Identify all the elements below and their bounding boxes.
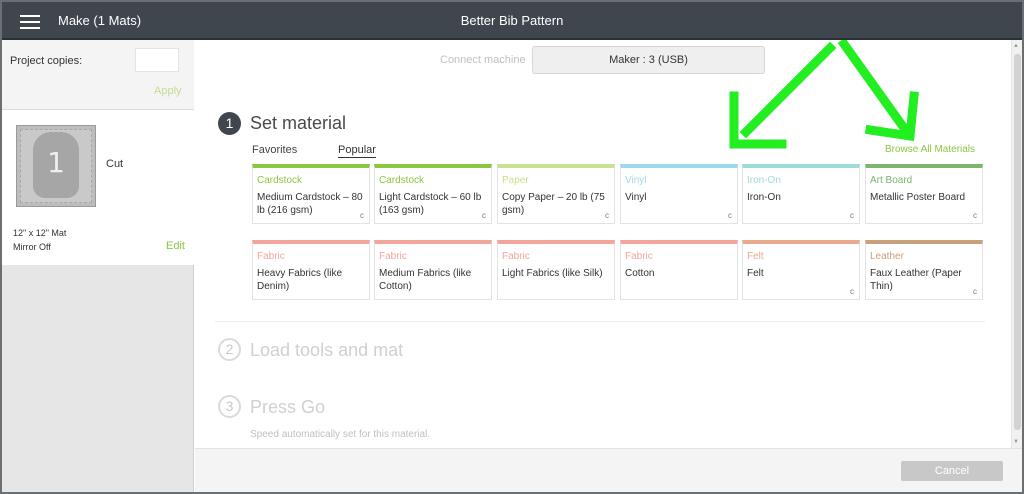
annotation-arrows: [729, 40, 919, 149]
material-card[interactable]: Felt Felt c: [742, 240, 860, 300]
c-icon: c: [482, 211, 486, 220]
edit-mat-button[interactable]: Edit: [166, 240, 185, 252]
mirror-status: Mirror Off: [13, 242, 51, 252]
material-card[interactable]: Art Board Metallic Poster Board c: [865, 164, 983, 224]
c-icon: c: [360, 211, 364, 220]
project-copies-input[interactable]: [135, 48, 179, 72]
material-name: Heavy Fabrics (like Denim): [257, 268, 343, 292]
mat-number: 1: [47, 146, 65, 179]
material-category: Fabric: [625, 251, 653, 262]
material-category: Fabric: [257, 251, 285, 262]
c-icon: c: [850, 287, 854, 296]
project-copies-label: Project copies:: [10, 55, 83, 67]
arrow-icon-right: [837, 40, 919, 142]
material-category: Felt: [747, 251, 764, 262]
material-card[interactable]: Iron-On Iron-On c: [742, 164, 860, 224]
project-title: Better Bib Pattern: [460, 13, 564, 28]
arrow-icon-left: [729, 41, 837, 149]
mat-operation-label: Cut: [106, 158, 124, 170]
material-name: Copy Paper – 20 lb (75 gsm): [502, 192, 605, 216]
footer-bar: Cancel: [195, 448, 1022, 492]
material-name: Medium Fabrics (like Cotton): [379, 268, 472, 292]
material-card[interactable]: Fabric Cotton: [620, 240, 738, 300]
title-bar: Make (1 Mats) Better Bib Pattern: [0, 0, 1024, 40]
material-card[interactable]: Cardstock Medium Cardstock – 80 lb (216 …: [252, 164, 370, 224]
material-name: Light Cardstock – 60 lb (163 gsm): [379, 192, 482, 216]
material-category: Fabric: [379, 251, 407, 262]
material-category: Vinyl: [625, 175, 647, 186]
material-category: Cardstock: [257, 175, 303, 186]
material-category: Paper: [502, 175, 529, 186]
material-name: Medium Cardstock – 80 lb (216 gsm): [257, 192, 363, 216]
material-name: Cotton: [625, 268, 655, 279]
apply-button[interactable]: Apply: [154, 85, 182, 97]
material-name: Vinyl: [625, 192, 647, 203]
step-3-subtitle: Speed automatically set for this materia…: [250, 429, 431, 440]
mat-size-label: 12" x 12" Mat: [13, 228, 67, 238]
step-3-badge: 3: [218, 395, 241, 418]
scroll-down-icon[interactable]: ▼: [1013, 439, 1019, 445]
step-1-badge: 1: [218, 112, 241, 135]
c-icon: c: [605, 211, 609, 220]
c-icon: c: [973, 211, 977, 220]
material-card[interactable]: Leather Faux Leather (Paper Thin) c: [865, 240, 983, 300]
step-2-badge: 2: [218, 338, 241, 361]
c-icon: c: [973, 287, 977, 296]
connect-machine-label: Connect machine: [440, 54, 526, 66]
material-card[interactable]: Fabric Medium Fabrics (like Cotton): [374, 240, 492, 300]
section-divider: [215, 321, 985, 322]
material-category: Leather: [870, 251, 904, 262]
c-icon: c: [850, 211, 854, 220]
material-card[interactable]: Paper Copy Paper – 20 lb (75 gsm) c: [497, 164, 615, 224]
material-category: Art Board: [870, 175, 913, 186]
material-category: Fabric: [502, 251, 530, 262]
material-name: Felt: [747, 268, 764, 279]
material-name: Metallic Poster Board: [870, 192, 966, 203]
material-name: Iron-On: [747, 192, 781, 203]
material-card[interactable]: Fabric Heavy Fabrics (like Denim): [252, 240, 370, 300]
scroll-up-icon[interactable]: ▲: [1013, 43, 1019, 49]
tab-popular[interactable]: Popular: [338, 144, 376, 158]
material-card[interactable]: Vinyl Vinyl c: [620, 164, 738, 224]
step-1-title: Set material: [250, 113, 347, 133]
material-category: Cardstock: [379, 175, 425, 186]
material-name: Faux Leather (Paper Thin): [870, 268, 962, 292]
vertical-scrollbar[interactable]: ▲ ▼: [1011, 40, 1022, 448]
cancel-button[interactable]: Cancel: [901, 461, 1003, 481]
material-card[interactable]: Cardstock Light Cardstock – 60 lb (163 g…: [374, 164, 492, 224]
c-icon: c: [728, 211, 732, 220]
sidebar: Project copies: Apply 1 Cut 12" x 12" Ma…: [2, 40, 194, 492]
mat-card[interactable]: 1 Cut 12" x 12" Mat Mirror Off Edit: [2, 110, 194, 265]
step-3-title: Press Go: [250, 397, 326, 417]
mat-preview-thumbnail[interactable]: 1: [16, 125, 96, 207]
material-name: Light Fabrics (like Silk): [502, 268, 603, 279]
step-2-title: Load tools and mat: [250, 340, 404, 360]
tab-favorites[interactable]: Favorites: [252, 144, 297, 156]
material-card[interactable]: Fabric Light Fabrics (like Silk): [497, 240, 615, 300]
scroll-thumb[interactable]: [1014, 54, 1021, 430]
project-copies-panel: Project copies: Apply: [2, 40, 194, 110]
material-category: Iron-On: [747, 175, 781, 186]
